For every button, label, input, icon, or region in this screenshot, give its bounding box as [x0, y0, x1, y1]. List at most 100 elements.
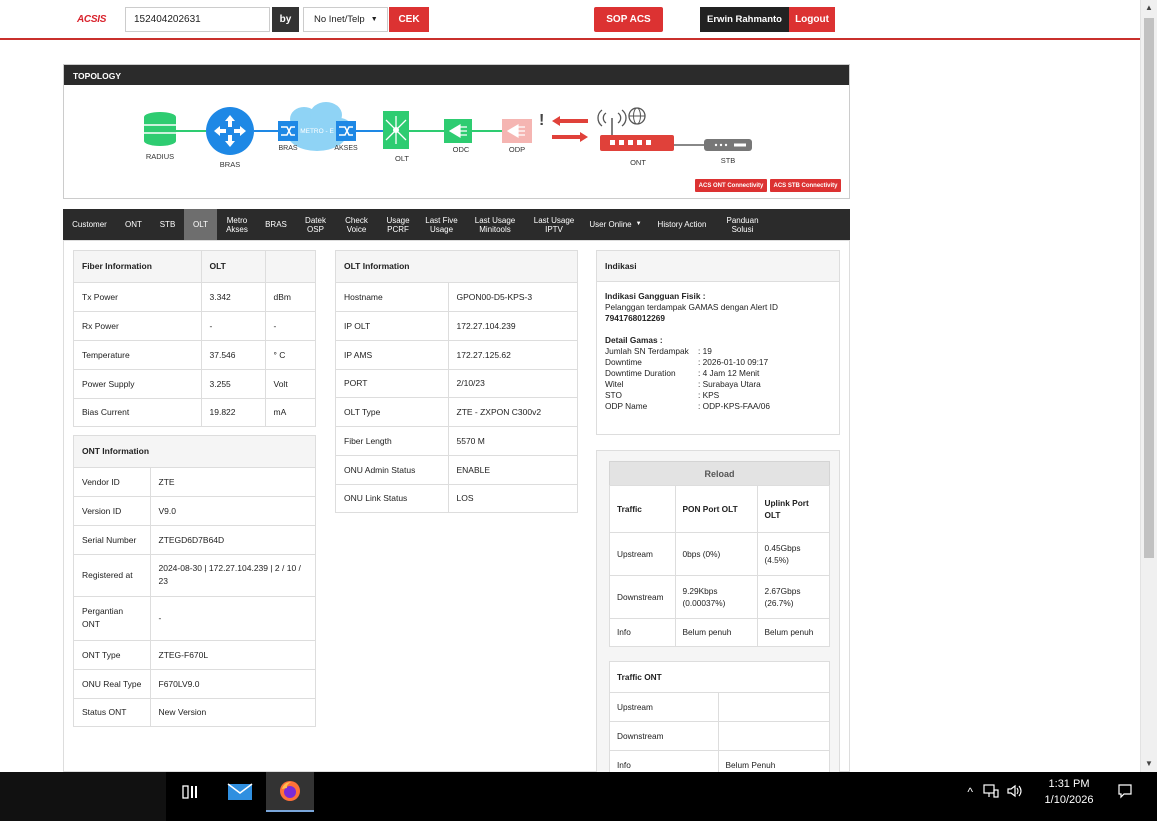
vertical-scrollbar[interactable]: ▲ ▼: [1140, 0, 1157, 772]
cell-label: Hostname: [336, 281, 448, 311]
volume-icon[interactable]: [1007, 784, 1023, 800]
bras-label: BRAS: [220, 160, 240, 169]
notification-icon[interactable]: [1117, 783, 1133, 801]
table-row: Registered at 2024-08-30 | 172.27.104.239…: [74, 553, 315, 596]
stb-icon[interactable]: [704, 139, 752, 151]
tab-stb[interactable]: STB: [151, 209, 184, 240]
cell-value: F670LV9.0: [149, 668, 315, 698]
fiber-header-olt: OLT: [200, 251, 265, 282]
acs-stb-connectivity-button[interactable]: ACS STB Connectivity: [770, 179, 841, 192]
cell-value: GPON00-D5-KPS-3: [447, 281, 577, 311]
cell-label: ONU Link Status: [336, 483, 448, 512]
scroll-up-icon[interactable]: ▲: [1141, 0, 1157, 16]
cell-label: OLT Type: [336, 396, 448, 426]
tab-usage-pcrf[interactable]: Usage PCRF: [377, 209, 419, 240]
bras-router-icon[interactable]: [206, 107, 254, 155]
cell-unit: Volt: [264, 368, 315, 398]
alert-id: 7941768012269: [605, 313, 665, 323]
mail-icon[interactable]: [216, 772, 264, 812]
cell-label: Version ID: [74, 495, 150, 525]
table-row: Rx Power - -: [74, 310, 315, 340]
cell-label: ONU Real Type: [74, 668, 150, 698]
acs-ont-connectivity-button[interactable]: ACS ONT Connectivity: [695, 179, 767, 192]
app-logo[interactable]: ACSIS: [77, 14, 106, 25]
search-input[interactable]: [125, 7, 270, 32]
table-row: OLT Type ZTE - ZXPON C300v2: [336, 396, 577, 426]
tab-last-usage-iptv[interactable]: Last Usage IPTV: [526, 209, 582, 240]
cell-value: Belum penuh: [756, 617, 829, 646]
table-row: ONU Link Status LOS: [336, 483, 577, 512]
detail-row: ODP Name: ODP-KPS-FAA/06: [605, 401, 831, 412]
chevron-up-icon[interactable]: ^: [967, 785, 973, 799]
table-row: Power Supply 3.255 Volt: [74, 368, 315, 398]
cell-label: PORT: [336, 368, 448, 397]
cell-value: ZTE - ZXPON C300v2: [447, 396, 577, 426]
clock-time: 1:31 PM: [1048, 778, 1090, 790]
cell-value: 37.546: [200, 339, 265, 369]
logout-button[interactable]: Logout: [789, 7, 835, 32]
cell-value: 2024-08-30 | 172.27.104.239 | 2 / 10 / 2…: [149, 553, 315, 596]
cell-label: ONT Type: [74, 639, 150, 669]
scroll-down-icon[interactable]: ▼: [1141, 756, 1157, 772]
detail-value: : 4 Jam 12 Menit: [698, 368, 760, 378]
topology-panel: TOPOLOGY RADIUS BRAS METRO - E BRAS AKSE…: [63, 64, 850, 199]
cell-label: Serial Number: [74, 524, 150, 554]
sop-acs-button[interactable]: SOP ACS: [594, 7, 663, 32]
olt-icon[interactable]: [383, 111, 409, 149]
cell-value: 3.255: [200, 368, 265, 398]
cell-label: Downstream: [610, 574, 675, 618]
indikasi-body: Indikasi Gangguan Fisik : Pelanggan terd…: [597, 282, 839, 421]
task-view-icon[interactable]: [166, 772, 214, 812]
detail-key: STO: [605, 390, 622, 400]
cell-value: ZTEGD6D7B64D: [149, 524, 315, 554]
tab-customer[interactable]: Customer: [63, 209, 116, 240]
cell-value: 0.45Gbps (4.5%): [756, 531, 829, 575]
gangguan-text: Pelanggan terdampak GAMAS dengan Alert I…: [605, 302, 778, 312]
tab-metro-akses[interactable]: Metro Akses: [217, 209, 257, 240]
cell-unit: -: [264, 310, 315, 340]
top-header: ACSIS by No Inet/Telp ▼ CEK SOP ACS Erwi…: [0, 0, 1140, 40]
table-row: Temperature 37.546 ° C: [74, 339, 315, 369]
tab-last-usage-minitools[interactable]: Last Usage Minitools: [464, 209, 526, 240]
akses-switch-icon[interactable]: [336, 121, 356, 141]
detail-row: Downtime Duration: 4 Jam 12 Menit: [605, 368, 831, 379]
odc-icon[interactable]: [444, 119, 472, 143]
caret-down-icon: ▼: [635, 221, 642, 227]
globe-icon: [628, 107, 646, 125]
odp-icon[interactable]: [502, 119, 532, 143]
tab-history-action[interactable]: History Action: [649, 209, 715, 240]
tab-panduan-solusi[interactable]: Panduan Solusi: [715, 209, 770, 240]
bras-switch-icon[interactable]: [278, 121, 298, 141]
tab-last-five-usage[interactable]: Last Five Usage: [419, 209, 464, 240]
tab-datek-osp[interactable]: Datek OSP: [295, 209, 336, 240]
tab-user-online[interactable]: User Online ▼: [582, 209, 649, 240]
table-row: Downstream 9.29Kbps (0.00037%) 2.67Gbps (2…: [610, 574, 829, 618]
table-row: ONU Real Type F670LV9.0: [74, 668, 315, 698]
tab-check-voice[interactable]: Check Voice: [336, 209, 377, 240]
network-icon[interactable]: [983, 784, 999, 800]
cell-value: [717, 691, 829, 721]
search-type-select[interactable]: No Inet/Telp ▼: [303, 7, 388, 32]
cell-value: 2.67Gbps (26.7%): [756, 574, 829, 618]
cell-label: Vendor ID: [74, 466, 150, 496]
firefox-icon[interactable]: [266, 772, 314, 812]
browser-page: ACSIS by No Inet/Telp ▼ CEK SOP ACS Erwi…: [0, 0, 1157, 821]
cell-label: Downstream: [610, 720, 718, 750]
cek-button[interactable]: CEK: [389, 7, 429, 32]
taskbar-clock[interactable]: 1:31 PM 1/10/2026: [1031, 776, 1107, 808]
tab-ont[interactable]: ONT: [116, 209, 151, 240]
windows-taskbar: ^ 1:31 PM 1/10/2026: [0, 772, 1157, 821]
reload-button[interactable]: Reload: [609, 461, 830, 486]
cell-value: 9.29Kbps (0.00037%): [674, 574, 757, 618]
tab-bras[interactable]: BRAS: [257, 209, 295, 240]
cell-unit: mA: [264, 397, 315, 426]
tab-olt[interactable]: OLT: [184, 209, 217, 240]
cell-label: Power Supply: [74, 368, 201, 398]
cell-value: V9.0: [149, 495, 315, 525]
table-row: IP OLT 172.27.104.239: [336, 310, 577, 340]
detail-key: Witel: [605, 379, 624, 389]
scroll-thumb[interactable]: [1144, 18, 1154, 558]
cell-value: 172.27.125.62: [447, 339, 577, 369]
detail-row: STO: KPS: [605, 390, 831, 401]
radius-icon[interactable]: [144, 112, 176, 146]
